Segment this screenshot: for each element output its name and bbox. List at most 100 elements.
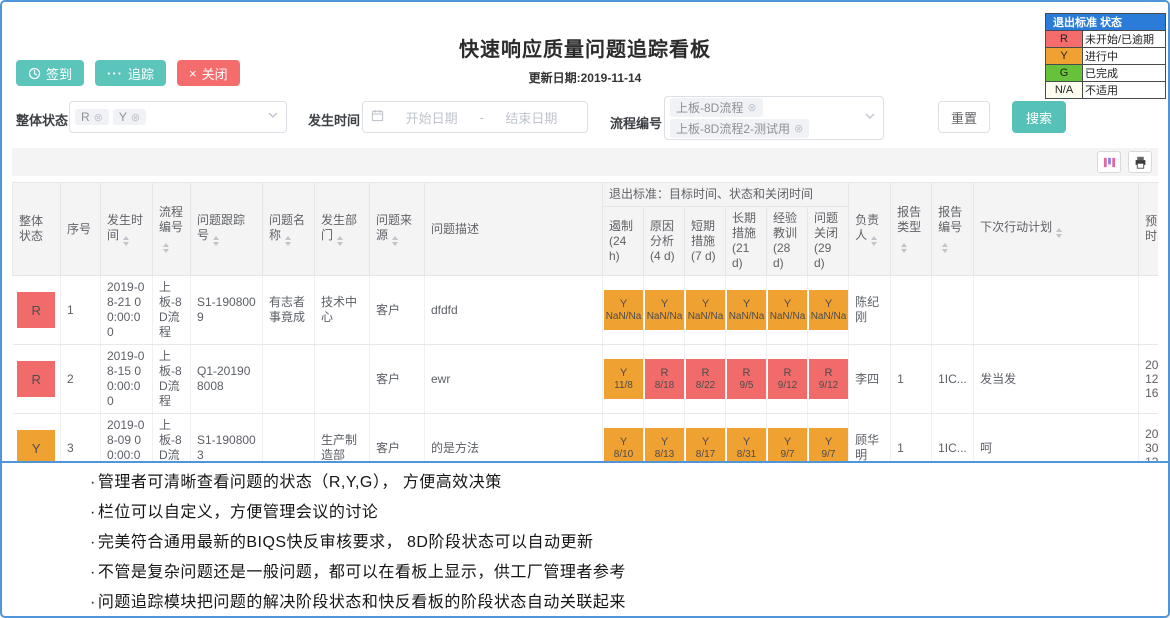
search-button[interactable]: 搜索 xyxy=(1012,101,1066,133)
stage-status-letter: Y xyxy=(743,436,750,449)
sort-down-icon xyxy=(163,249,169,253)
sort-icon[interactable] xyxy=(1056,228,1062,238)
status-filter-select[interactable]: R⊗Y⊗ xyxy=(69,101,287,133)
status-tag: R⊗ xyxy=(75,109,109,125)
cell-track-no: Q1-201908008 xyxy=(191,345,263,414)
stage-date: NaN/Na xyxy=(606,311,642,323)
stage-date: NaN/Na xyxy=(647,311,683,323)
column-header[interactable]: 问题名称 xyxy=(263,183,315,276)
legend-status-code: Y xyxy=(1046,48,1083,65)
stage-badge: YNaN/Na xyxy=(604,290,643,330)
legend-status-label: 不适用 xyxy=(1083,82,1166,99)
legend-status-code: G xyxy=(1046,65,1083,82)
column-header[interactable]: 流程编号 xyxy=(153,183,191,276)
sort-icon[interactable] xyxy=(901,243,907,253)
feature-note: ·栏位可以自定义，方便管理会议的讨论 xyxy=(90,504,1168,521)
cell-stage: YNaN/Na xyxy=(644,276,685,345)
tag-remove-icon[interactable]: ⊗ xyxy=(747,101,756,114)
tag-remove-icon[interactable]: ⊗ xyxy=(131,111,140,124)
stage-badge: R9/12 xyxy=(809,359,848,399)
cell-seq: 3 xyxy=(61,414,101,462)
reset-button[interactable]: 重置 xyxy=(938,101,990,133)
stage-badge: R9/5 xyxy=(727,359,766,399)
stage-status-letter: R xyxy=(702,367,710,380)
stage-date: 8/22 xyxy=(696,380,715,392)
stage-status-letter: Y xyxy=(702,298,709,311)
expected-time-line: 12 xyxy=(1145,455,1158,461)
table-row[interactable]: R22019-08-15 00:00:00上板-8D流程Q1-201908008… xyxy=(13,345,1159,414)
stage-status-letter: Y xyxy=(784,436,791,449)
column-header[interactable]: 问题跟踪号 xyxy=(191,183,263,276)
cell-stage: R9/12 xyxy=(808,345,849,414)
stage-date: 9/7 xyxy=(781,449,795,461)
cell-stage: YNaN/Na xyxy=(808,276,849,345)
process-filter-select[interactable]: 上板-8D流程⊗上板-8D流程2-测试用⊗ xyxy=(664,96,884,140)
column-header[interactable]: 报告类型 xyxy=(891,183,932,276)
sort-icon[interactable] xyxy=(392,236,398,246)
stage-date: 11/8 xyxy=(614,380,633,392)
header-group-row: 整体状态序号发生时间流程编号问题跟踪号问题名称发生部门问题来源问题描述退出标准：… xyxy=(13,183,1159,207)
stage-badge: YNaN/Na xyxy=(645,290,684,330)
sort-icon[interactable] xyxy=(285,236,291,246)
legend-status-label: 已完成 xyxy=(1083,65,1166,82)
stage-status-letter: Y xyxy=(661,436,668,449)
stage-badge: Y9/7 xyxy=(768,428,807,461)
stage-badge: Y8/13 xyxy=(645,428,684,461)
sort-icon[interactable] xyxy=(337,236,343,246)
column-header[interactable]: 问题来源 xyxy=(370,183,425,276)
cell-process: 上板-8D流程 xyxy=(153,414,191,462)
feature-note: ·管理者可清晰查看问题的状态（R,Y,G）， 方便高效决策 xyxy=(90,474,1168,491)
expected-time-line: 30 xyxy=(1145,441,1158,455)
status-badge: Y xyxy=(17,430,55,461)
tag-remove-icon[interactable]: ⊗ xyxy=(94,111,103,124)
start-date-placeholder[interactable]: 开始日期 xyxy=(384,108,479,127)
table-toolbar xyxy=(12,148,1158,176)
issues-table-wrap: 整体状态序号发生时间流程编号问题跟踪号问题名称发生部门问题来源问题描述退出标准：… xyxy=(12,182,1158,461)
sign-in-button[interactable]: 签到 xyxy=(16,60,84,86)
column-header[interactable]: 负责人 xyxy=(849,183,891,276)
sort-down-icon xyxy=(213,242,219,246)
column-header[interactable]: 发生时间 xyxy=(101,183,153,276)
stage-status-letter: R xyxy=(825,367,833,380)
sort-icon[interactable] xyxy=(942,243,948,253)
stage-status-letter: Y xyxy=(702,436,709,449)
cell-stage: R8/22 xyxy=(685,345,726,414)
cell-time: 2019-08-09 00:00:00 xyxy=(101,414,153,462)
column-header: 预时 xyxy=(1139,183,1158,276)
sort-up-icon xyxy=(942,243,948,247)
stage-status-letter: Y xyxy=(661,298,668,311)
cell-report-no xyxy=(932,276,974,345)
sort-icon[interactable] xyxy=(163,243,169,253)
legend-header-row: 退出标准 状态 xyxy=(1046,14,1166,31)
print-button[interactable] xyxy=(1128,151,1152,173)
close-button[interactable]: × 关闭 xyxy=(177,60,240,86)
process-tags: 上板-8D流程⊗上板-8D流程2-测试用⊗ xyxy=(670,97,813,139)
track-button[interactable]: ··· 追踪 xyxy=(95,60,166,86)
sort-up-icon xyxy=(901,243,907,247)
date-range-input[interactable]: 开始日期 - 结束日期 xyxy=(362,101,588,133)
column-header[interactable]: 下次行动计划 xyxy=(974,183,1139,276)
column-header[interactable]: 报告编号 xyxy=(932,183,974,276)
column-settings-button[interactable] xyxy=(1097,151,1121,173)
bullet-icon: · xyxy=(90,564,96,581)
track-label: 追踪 xyxy=(128,64,154,83)
sort-icon[interactable] xyxy=(123,236,129,246)
end-date-placeholder[interactable]: 结束日期 xyxy=(484,108,579,127)
status-badge: R xyxy=(17,292,55,328)
table-row[interactable]: R12019-08-21 00:00:00上板-8D流程S1-1908009有志… xyxy=(13,276,1159,345)
stage-badge: Y9/7 xyxy=(809,428,848,461)
cell-dept: 技术中心 xyxy=(315,276,370,345)
cell-stage: YNaN/Na xyxy=(726,276,767,345)
column-header[interactable]: 发生部门 xyxy=(315,183,370,276)
cell-time: 2019-08-21 00:00:00 xyxy=(101,276,153,345)
tag-remove-icon[interactable]: ⊗ xyxy=(794,122,803,135)
column-header: 遏制(24 h) xyxy=(603,207,644,276)
expected-time-line: 20 xyxy=(1145,358,1158,372)
cell-stage: YNaN/Na xyxy=(767,276,808,345)
table-row[interactable]: Y32019-08-09 00:00:00上板-8D流程S1-1908003生产… xyxy=(13,414,1159,462)
feature-note: ·问题追踪模块把问题的解决阶段状态和快反看板的阶段状态自动关联起来 xyxy=(90,594,1168,611)
sort-icon[interactable] xyxy=(871,236,877,246)
stage-date: 9/7 xyxy=(822,449,836,461)
cell-next-plan: 发当发 xyxy=(974,345,1139,414)
sort-icon[interactable] xyxy=(213,236,219,246)
